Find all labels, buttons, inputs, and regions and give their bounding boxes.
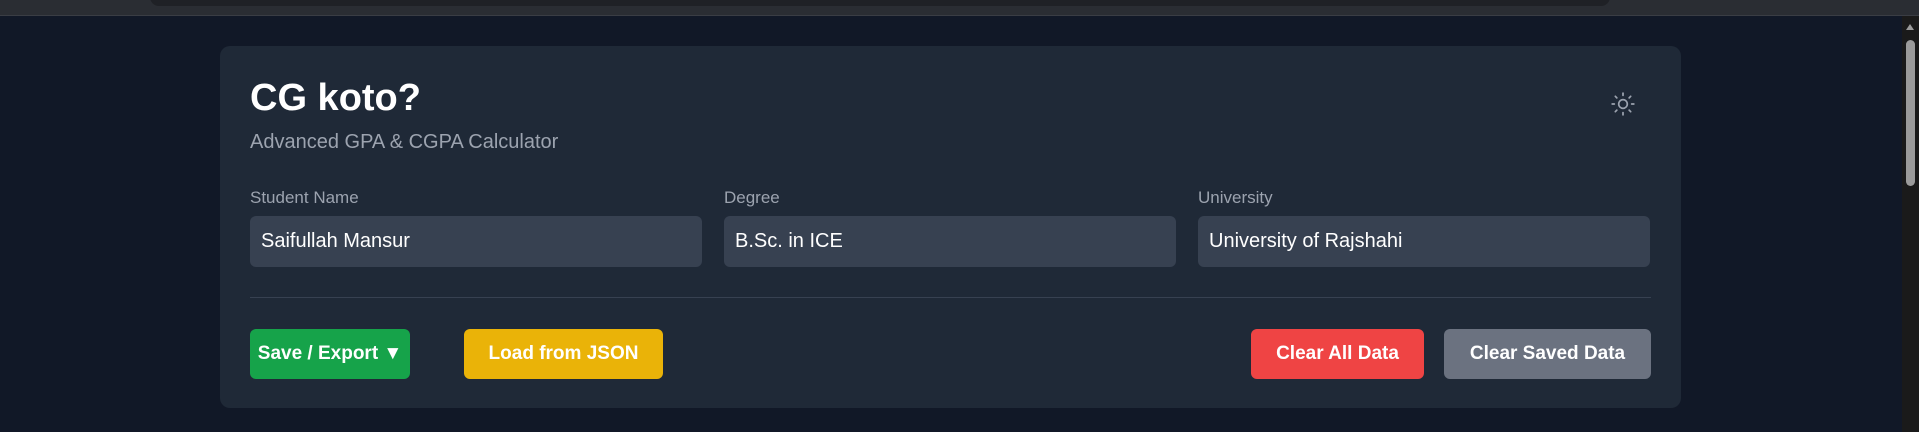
degree-field-group: Degree: [724, 188, 1176, 267]
university-field-group: University: [1198, 188, 1650, 267]
load-json-button[interactable]: Load from JSON: [464, 329, 663, 379]
save-export-button[interactable]: Save / Export ▼: [250, 329, 410, 379]
university-label: University: [1198, 188, 1273, 207]
scrollbar-thumb[interactable]: [1906, 40, 1915, 186]
degree-label: Degree: [724, 188, 780, 207]
theme-toggle-button[interactable]: [1603, 84, 1643, 124]
profile-card: CG koto? Advanced GPA & CGPA Calculator …: [220, 46, 1681, 408]
app-title: CG koto?: [250, 77, 421, 119]
student-name-label: Student Name: [250, 188, 359, 207]
clear-saved-data-button[interactable]: Clear Saved Data: [1444, 329, 1651, 379]
sun-icon: [1611, 92, 1635, 116]
university-input[interactable]: [1198, 216, 1650, 267]
section-divider: [250, 297, 1651, 298]
browser-toolbar: [0, 0, 1919, 16]
scroll-up-arrow-icon[interactable]: [1906, 24, 1914, 30]
student-name-field-group: Student Name: [250, 188, 702, 267]
page-scrollbar[interactable]: [1902, 16, 1919, 432]
student-name-input[interactable]: [250, 216, 702, 267]
address-bar[interactable]: [150, 0, 1610, 6]
app-subtitle: Advanced GPA & CGPA Calculator: [250, 131, 559, 153]
clear-all-data-button[interactable]: Clear All Data: [1251, 329, 1424, 379]
degree-input[interactable]: [724, 216, 1176, 267]
